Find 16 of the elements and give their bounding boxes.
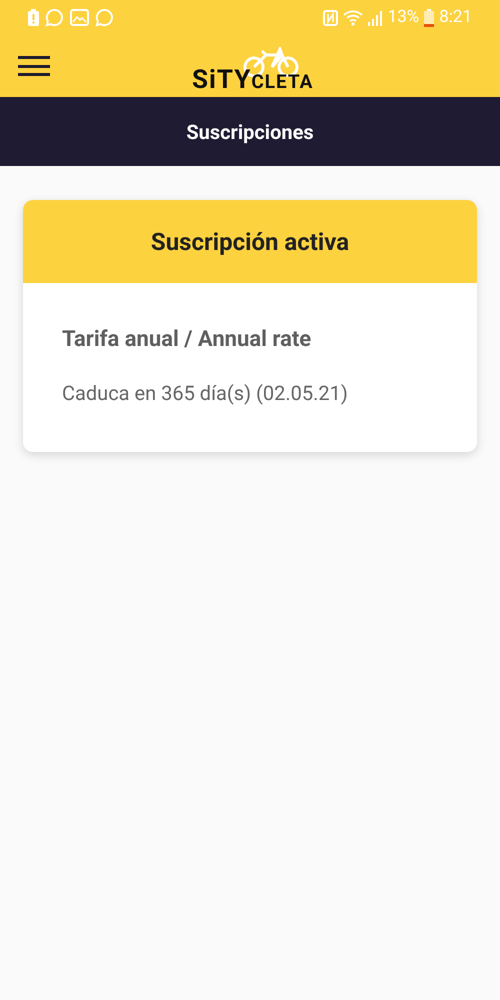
battery-icon [424,8,434,26]
signal-icon [368,10,383,26]
chat-icon [95,8,114,27]
card-heading: Suscripción activa [150,226,350,258]
logo-text: SiTYCLETA [192,67,314,93]
expiry-text: Caduca en 365 día(s) (02.05.21) [62,380,349,407]
page-title: Suscripciones [186,118,314,146]
nfc-icon [322,10,338,26]
wifi-icon [342,10,363,26]
plan-name: Tarifa anual / Annual rate [62,326,312,354]
chat-icon [45,8,64,27]
battery-alert-icon [28,9,39,26]
menu-button[interactable] [18,55,50,77]
battery-percent: 13% [388,6,420,29]
image-icon [70,9,89,26]
clock-time: 8:21 [439,6,472,29]
